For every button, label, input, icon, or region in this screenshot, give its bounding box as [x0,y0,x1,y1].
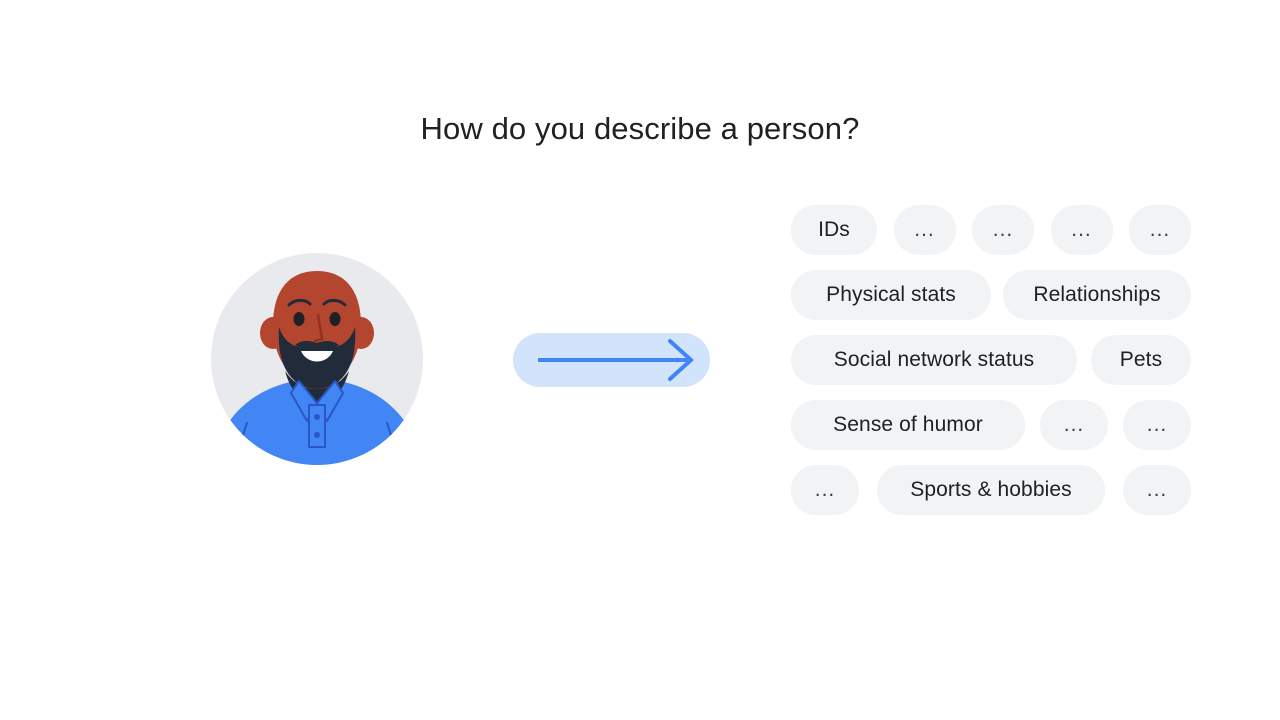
avatar-eye-left [293,312,305,326]
avatar-shirt-button-top [314,414,320,420]
chip-row: IDs ... ... ... ... [791,205,1191,255]
chip-relationships[interactable]: Relationships [1003,270,1191,320]
avatar-illustration [211,253,423,465]
chip-ellipsis[interactable]: ... [972,205,1034,255]
transform-arrow-pill [513,333,710,387]
chip-pets[interactable]: Pets [1091,335,1191,385]
chip-ellipsis[interactable]: ... [1040,400,1108,450]
chip-row: ... Sports & hobbies ... [791,465,1191,515]
avatar-shirt-button-bottom [314,432,320,438]
arrow-right-icon [538,339,694,381]
chip-ellipsis[interactable]: ... [1129,205,1191,255]
page-title: How do you describe a person? [420,111,860,146]
chip-row: Sense of humor ... ... [791,400,1191,450]
chip-sports-and-hobbies[interactable]: Sports & hobbies [877,465,1105,515]
chip-ellipsis[interactable]: ... [1050,205,1113,255]
chip-row: Social network status Pets [791,335,1191,385]
avatar [211,253,423,465]
chip-ellipsis[interactable]: ... [1123,465,1191,515]
chip-sense-of-humor[interactable]: Sense of humor [791,400,1025,450]
chip-physical-stats[interactable]: Physical stats [791,270,991,320]
attribute-chip-list: IDs ... ... ... ... Physical stats Relat… [791,205,1191,515]
avatar-eye-right [329,312,341,326]
chip-ellipsis[interactable]: ... [791,465,859,515]
chip-row: Physical stats Relationships [791,270,1191,320]
chip-ellipsis[interactable]: ... [893,205,956,255]
chip-ids[interactable]: IDs [791,205,877,255]
avatar-placket [308,404,326,448]
chip-ellipsis[interactable]: ... [1123,400,1191,450]
chip-social-network-status[interactable]: Social network status [791,335,1077,385]
